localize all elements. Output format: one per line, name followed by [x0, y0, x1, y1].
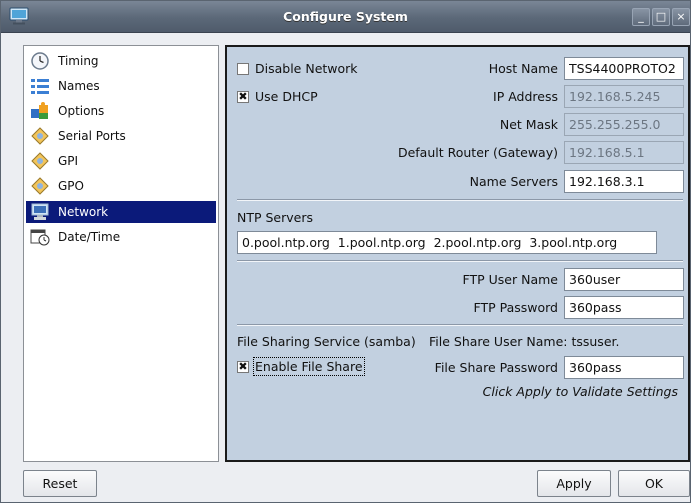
separator	[237, 260, 683, 262]
file-share-user-text: File Share User Name: tssuser.	[429, 334, 620, 349]
network-settings-panel: Disable Network ✖ Use DHCP Host Name IP …	[225, 45, 690, 462]
sidebar-item-gpi[interactable]: GPI	[26, 150, 216, 172]
monitor-icon	[31, 203, 49, 220]
use-dhcp-label: Use DHCP	[255, 89, 318, 104]
sidebar-item-label: Network	[58, 205, 109, 219]
enable-file-share-label: Enable File Share	[253, 357, 365, 376]
ftp-user-name-label: FTP User Name	[462, 272, 558, 287]
sidebar-item-gpo[interactable]: GPO	[26, 175, 216, 197]
name-servers-label: Name Servers	[469, 174, 558, 189]
file-share-password-label: File Share Password	[434, 360, 558, 375]
reset-button[interactable]: Reset	[23, 470, 97, 497]
use-dhcp-checkbox[interactable]: ✖ Use DHCP	[237, 89, 318, 104]
disable-network-checkbox[interactable]: Disable Network	[237, 61, 358, 76]
ip-address-field	[564, 85, 684, 108]
enable-file-share-checkbox[interactable]: ✖ Enable File Share	[237, 357, 365, 376]
list-icon	[31, 79, 49, 94]
sidebar-item-timing[interactable]: Timing	[26, 50, 216, 72]
sidebar-item-label: Date/Time	[58, 230, 121, 244]
ntp-servers-field[interactable]	[237, 231, 657, 254]
ftp-password-label: FTP Password	[473, 300, 558, 315]
net-mask-label: Net Mask	[499, 117, 558, 132]
name-servers-field[interactable]	[564, 170, 684, 193]
close-button[interactable]: ×	[672, 8, 690, 26]
port-icon	[31, 177, 49, 195]
net-mask-field	[564, 113, 684, 136]
ftp-user-name-field[interactable]	[564, 268, 684, 291]
maximize-button[interactable]: □	[652, 8, 670, 26]
sidebar-item-label: Names	[58, 79, 100, 93]
sidebar-item-options[interactable]: Options	[26, 100, 216, 122]
settings-sidebar: Timing Names Options Serial Ports GPI GP…	[23, 45, 219, 462]
check-icon[interactable]: ✖	[237, 90, 249, 103]
host-name-field[interactable]	[564, 57, 684, 80]
ftp-password-field[interactable]	[564, 296, 684, 319]
calendar-clock-icon	[30, 229, 50, 246]
disable-network-label: Disable Network	[255, 61, 358, 76]
sidebar-item-label: Options	[58, 104, 105, 118]
configure-system-window: Configure System _ □ × Timing Names Opti…	[0, 0, 691, 503]
check-icon[interactable]: ✖	[237, 360, 249, 373]
puzzle-icon	[31, 102, 48, 119]
window-title: Configure System	[283, 9, 408, 24]
default-router-label: Default Router (Gateway)	[397, 145, 558, 160]
sidebar-item-label: Timing	[58, 54, 99, 68]
default-router-field	[564, 141, 684, 164]
title-bar[interactable]: Configure System _ □ ×	[1, 1, 690, 33]
host-name-label: Host Name	[488, 61, 558, 76]
reset-button-label: Reset	[42, 476, 78, 491]
sidebar-item-names[interactable]: Names	[26, 75, 216, 97]
sidebar-item-label: Serial Ports	[58, 129, 126, 143]
clock-icon	[31, 52, 49, 70]
checkbox-box[interactable]	[237, 62, 249, 75]
file-share-password-field[interactable]	[564, 356, 684, 379]
file-sharing-service-label: File Sharing Service (samba)	[237, 334, 416, 349]
separator	[237, 324, 683, 326]
validate-hint: Click Apply to Validate Settings	[482, 384, 678, 399]
sidebar-item-date-time[interactable]: Date/Time	[26, 226, 216, 248]
port-icon	[31, 152, 49, 170]
ntp-servers-label: NTP Servers	[237, 210, 314, 225]
port-icon	[31, 127, 49, 145]
sidebar-item-label: GPI	[58, 154, 79, 168]
apply-button-label: Apply	[556, 476, 592, 491]
minimize-button[interactable]: _	[632, 8, 650, 26]
sidebar-item-network[interactable]: Network	[26, 201, 216, 223]
ok-button-label: OK	[644, 476, 664, 491]
apply-button[interactable]: Apply	[537, 470, 611, 497]
sidebar-item-label: GPO	[58, 179, 84, 193]
ok-button[interactable]: OK	[618, 470, 690, 497]
separator	[237, 199, 683, 201]
sidebar-item-serial-ports[interactable]: Serial Ports	[26, 125, 216, 147]
ip-address-label: IP Address	[493, 89, 558, 104]
